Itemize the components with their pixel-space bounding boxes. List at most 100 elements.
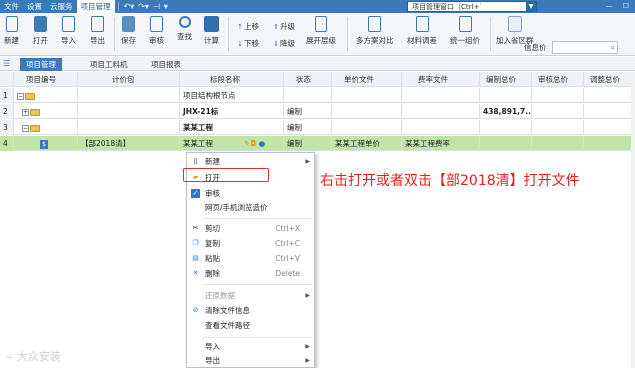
export-icon	[91, 16, 104, 32]
search-input[interactable]: ⌕	[552, 41, 618, 54]
chevron-down-icon[interactable]: ▼	[526, 2, 536, 11]
unified-pricing-button[interactable]: 统一组价	[450, 16, 480, 46]
ribbon-toolbar: 新建 打开 导入 导出 保存 审核 查找 计算 ↑上移 ⇑升级 ↓下移 ⇓降级 …	[0, 13, 635, 56]
minimize-icon[interactable]: —	[606, 0, 613, 13]
audit-button[interactable]: 审核	[149, 16, 164, 46]
collapse-icon[interactable]: −	[17, 92, 24, 100]
window-switcher[interactable]: 项目管理窗口（Ctrl+` ▼	[407, 1, 537, 12]
chevron-right-icon: ▶	[305, 292, 310, 299]
redo-icon[interactable]: ↷▾	[136, 2, 151, 11]
table-row-selected[interactable]: 4 $ 【部2018清】 某某工程 ✎◘ ● 编制 某某工程单价 某某工程费率	[0, 136, 635, 151]
menu-item-paste[interactable]: ▤ 粘贴 Ctrl+V	[187, 252, 314, 265]
import-button[interactable]: 导入	[61, 16, 76, 46]
tab-bar: ☰ 项目管理 项目工料机 项目报表	[0, 57, 635, 71]
pin-icon[interactable]: ⊣	[151, 2, 162, 11]
menu-item-audit[interactable]: ✓ 审核	[187, 187, 314, 200]
menu-item-view-file-path[interactable]: 查看文件路径	[187, 319, 314, 332]
divider	[228, 17, 229, 51]
divider	[203, 337, 312, 338]
table-row[interactable]: 2 + JHX-21标 编制 438,891,7...	[0, 104, 635, 119]
save-button[interactable]: 保存	[121, 16, 136, 46]
menu-item-copy[interactable]: ❐ 复制 Ctrl+C	[187, 237, 314, 250]
chart-icon	[415, 16, 429, 32]
column-header[interactable]: 审核总价	[532, 72, 584, 87]
export-button[interactable]: 导出	[90, 16, 105, 46]
upgrade-icon: ⇑	[273, 23, 279, 31]
save-icon	[122, 16, 135, 32]
menu-item-clear-file-info[interactable]: ⊘ 清除文件信息	[187, 304, 314, 317]
maximize-icon[interactable]: ☐	[623, 0, 629, 13]
folder-icon	[30, 108, 40, 116]
move-up-button[interactable]: ↑上移	[236, 21, 259, 32]
audit-icon	[150, 16, 163, 32]
window-controls: — ☐	[606, 0, 629, 13]
multi-plan-compare-button[interactable]: 多方案对比	[356, 16, 394, 46]
calculate-button[interactable]: 计算	[204, 16, 219, 46]
undo-icon[interactable]: ↶▾	[122, 2, 137, 11]
audit-icon: ✓	[191, 189, 200, 198]
tab-project-reports[interactable]: 项目报表	[145, 58, 187, 71]
open-icon	[34, 16, 47, 32]
menu-cloud[interactable]: 云服务	[46, 0, 77, 13]
downgrade-button[interactable]: ⇓降级	[272, 38, 295, 49]
table-row[interactable]: 3 − 某某工程 编制	[0, 120, 635, 135]
search-icon	[178, 16, 191, 28]
menu-project-management[interactable]: 项目管理	[76, 0, 115, 13]
divider	[490, 17, 491, 51]
material-adjust-button[interactable]: 材料调差	[407, 16, 437, 46]
expand-icon[interactable]: +	[22, 108, 29, 116]
title-bar: 文件 设置 云服务 项目管理 ↶▾ ↷▾ ⊣ ▾ 项目管理窗口（Ctrl+` ▼ …	[0, 0, 635, 13]
move-down-button[interactable]: ↓下移	[236, 38, 259, 49]
chevron-right-icon: ▶	[305, 357, 310, 364]
list-icon[interactable]: ☰	[3, 59, 15, 69]
tab-project-management[interactable]: 项目管理	[20, 58, 62, 71]
clear-icon: ⊘	[192, 306, 199, 314]
group-icon	[507, 16, 522, 32]
column-header[interactable]: 状态	[284, 72, 332, 87]
vertical-scrollbar[interactable]	[631, 72, 635, 368]
file-icon: $	[40, 139, 48, 149]
highlight-box	[183, 168, 269, 182]
dropdown-icon[interactable]: ▾	[162, 2, 170, 11]
copy-icon: ❐	[192, 239, 199, 247]
column-header[interactable]: 标段名称	[180, 72, 284, 87]
open-button[interactable]: 打开	[33, 16, 48, 46]
tab-project-materials[interactable]: 项目工料机	[84, 58, 134, 71]
search-icon[interactable]: ⌕	[611, 43, 615, 53]
new-button[interactable]: 新建	[4, 16, 19, 46]
menu-item-web-view[interactable]: 网页/手机浏览造价	[187, 201, 314, 214]
menu-item-export[interactable]: 导出 ▶	[187, 354, 314, 367]
compare-icon	[368, 16, 382, 32]
upgrade-button[interactable]: ⇑升级	[272, 21, 295, 32]
chevron-right-icon: ▶	[305, 343, 310, 350]
menu-item-import[interactable]: 导入 ▶	[187, 340, 314, 353]
table-row[interactable]: 1 − 项目结构根节点	[0, 88, 635, 103]
column-header[interactable]: 调整总价	[584, 72, 635, 87]
column-header[interactable]: 费率文件	[402, 72, 480, 87]
column-header[interactable]: 单价文件	[332, 72, 402, 87]
column-header[interactable]: 计价包	[78, 72, 180, 87]
status-icons: ✎◘ ●	[244, 139, 266, 148]
column-header[interactable]: 项目编号	[14, 72, 78, 87]
arrow-down-icon: ↓	[237, 40, 243, 48]
expand-level-button[interactable]: 展开层级	[306, 16, 336, 46]
menu-item-new[interactable]: ▯ 新建 ▶	[187, 155, 314, 168]
menu-item-restore-data[interactable]: 还原数据 ▶	[187, 289, 314, 302]
menu-file[interactable]: 文件	[0, 0, 23, 13]
scissors-icon: ✂	[192, 224, 199, 232]
downgrade-icon: ⇓	[273, 40, 279, 48]
watermark: ⌣ 大众安装	[6, 350, 61, 363]
menu-settings[interactable]: 设置	[23, 0, 46, 13]
chevron-right-icon: ▶	[305, 158, 310, 165]
menu-item-cut[interactable]: ✂ 剪切 Ctrl+X	[187, 222, 314, 235]
annotation-text: 右击打开或者双击【部2018清】打开文件	[320, 173, 580, 189]
find-button[interactable]: 查找	[177, 16, 192, 42]
divider	[114, 17, 115, 51]
column-header[interactable]: 编制总价	[480, 72, 532, 87]
collapse-icon[interactable]: −	[22, 124, 29, 132]
folder-icon	[25, 92, 35, 100]
menu-item-delete[interactable]: ✕ 删除 Delete	[187, 267, 314, 280]
divider	[347, 17, 348, 51]
paste-icon: ▤	[192, 254, 199, 262]
calculator-icon	[204, 16, 219, 32]
